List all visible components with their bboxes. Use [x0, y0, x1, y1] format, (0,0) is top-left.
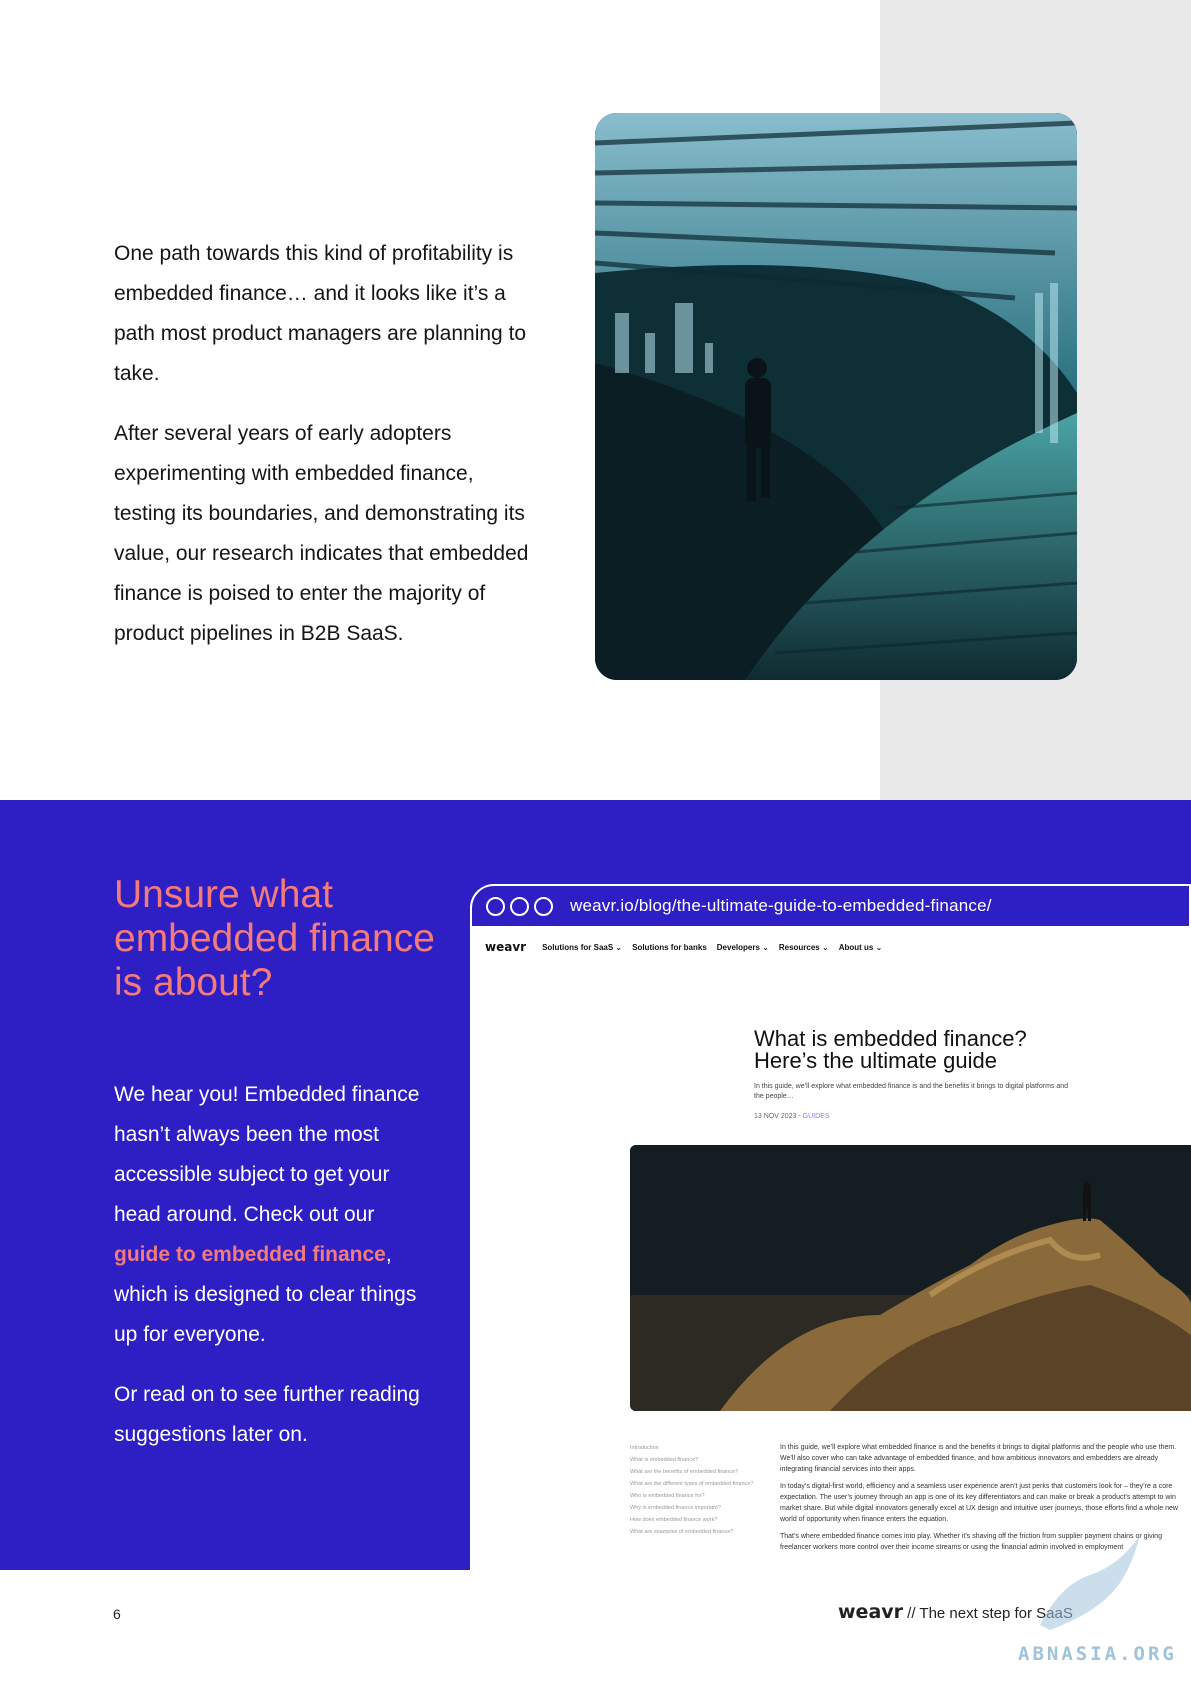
page-number: 6 — [113, 1606, 121, 1622]
table-of-contents: Introduction What is embedded finance? W… — [630, 1442, 760, 1538]
toc-item[interactable]: How does embedded finance work? — [630, 1514, 760, 1526]
watermark-text: ABNASIA.ORG — [1018, 1643, 1177, 1665]
toc-item[interactable]: What are examples of embedded finance? — [630, 1526, 760, 1538]
toc-item[interactable]: What are the benefits of embedded financ… — [630, 1466, 760, 1478]
guide-link[interactable]: guide to embedded finance — [114, 1243, 386, 1266]
mountain-photo — [630, 1145, 1191, 1411]
intro-text: One path towards this kind of profitabil… — [114, 234, 534, 674]
callout-text-start: We hear you! Embedded finance hasn’t alw… — [114, 1083, 420, 1226]
weavr-logo[interactable]: weavr — [485, 940, 526, 954]
browser-mockup: weavr.io/blog/the-ultimate-guide-to-embe… — [470, 884, 1191, 1570]
toc-item[interactable]: Why is embedded finance important? — [630, 1502, 760, 1514]
callout-body: We hear you! Embedded finance hasn’t alw… — [114, 1075, 434, 1475]
site-navbar: weavr Solutions for SaaS ⌄ Solutions for… — [470, 928, 1191, 966]
toc-item[interactable]: What are the different types of embedded… — [630, 1478, 760, 1490]
window-dot-icon — [534, 896, 553, 916]
browser-url[interactable]: weavr.io/blog/the-ultimate-guide-to-embe… — [570, 896, 992, 916]
article-date: 13 NOV 2023 - — [754, 1113, 801, 1120]
callout-paragraph-1: We hear you! Embedded finance hasn’t alw… — [114, 1075, 434, 1355]
browser-address-bar: weavr.io/blog/the-ultimate-guide-to-embe… — [470, 884, 1191, 928]
nav-item-solutions-banks[interactable]: Solutions for banks — [632, 943, 707, 952]
article-tag[interactable]: GUIDES — [803, 1113, 830, 1120]
tunnel-illustration — [595, 113, 1077, 680]
toc-item[interactable]: Introduction — [630, 1442, 760, 1454]
watermark-bird-icon — [1040, 1535, 1140, 1630]
toc-item[interactable]: Who is embedded finance for? — [630, 1490, 760, 1502]
footer-logo: weavr — [838, 1601, 904, 1623]
nav-item-about[interactable]: About us ⌄ — [839, 943, 883, 952]
nav-item-solutions-saas[interactable]: Solutions for SaaS ⌄ — [542, 943, 622, 952]
toc-item[interactable]: What is embedded finance? — [630, 1454, 760, 1466]
article-paragraph: In today’s digital-first world, efficien… — [780, 1483, 1178, 1523]
nav-item-developers[interactable]: Developers ⌄ — [717, 943, 769, 952]
window-dot-icon — [510, 896, 529, 916]
intro-paragraph-2: After several years of early adopters ex… — [114, 422, 529, 645]
tunnel-photo — [595, 113, 1077, 680]
article-subtitle: In this guide, we’ll explore what embedd… — [754, 1083, 1069, 1100]
article-meta: 13 NOV 2023 - GUIDES — [754, 1113, 830, 1120]
article-paragraph: In this guide, we’ll explore what embedd… — [780, 1444, 1177, 1473]
callout-paragraph-2: Or read on to see further reading sugges… — [114, 1383, 420, 1446]
article-title: What is embedded finance? Here’s the ult… — [754, 1026, 1027, 1073]
intro-paragraph-1: One path towards this kind of profitabil… — [114, 242, 527, 385]
nav-item-resources[interactable]: Resources ⌄ — [779, 943, 829, 952]
callout-heading: Unsure what embedded finance is about? — [114, 873, 435, 1004]
window-dot-icon — [486, 896, 505, 916]
mountain-illustration — [630, 1145, 1191, 1411]
